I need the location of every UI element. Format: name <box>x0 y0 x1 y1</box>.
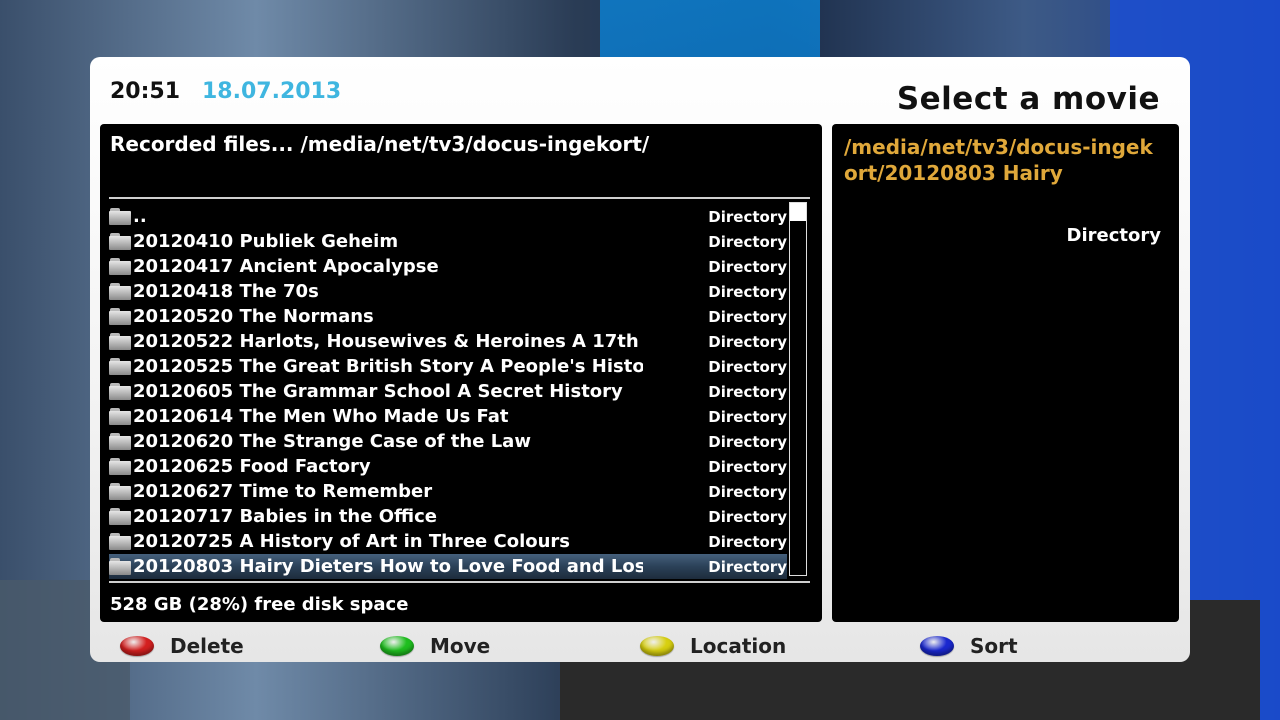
folder-icon <box>109 208 132 225</box>
date: 18.07.2013 <box>202 79 342 104</box>
item-name: .. <box>133 206 147 227</box>
movie-selection-dialog: 20:51 18.07.2013 Select a movie Recorded… <box>90 57 1190 662</box>
location-label: Location <box>690 634 787 658</box>
list-item[interactable]: 20120417 Ancient Apocalypse Directory <box>109 254 787 279</box>
item-name: 20120614 The Men Who Made Us Fat <box>133 406 509 427</box>
item-name: 20120417 Ancient Apocalypse <box>133 256 439 277</box>
folder-icon <box>109 458 132 475</box>
page-title: Select a movie <box>896 81 1160 117</box>
file-list[interactable]: .. Directory 20120410 Publiek Geheim Direct… <box>109 204 787 579</box>
list-item[interactable]: 20120522 Harlots, Housewives & Heroines … <box>109 329 787 354</box>
yellow-button-icon <box>640 636 674 656</box>
item-name: 20120520 The Normans <box>133 306 374 327</box>
free-disk-space: 528 GB (28%) free disk space <box>110 594 409 615</box>
list-item[interactable]: 20120418 The 70s Directory <box>109 279 787 304</box>
folder-icon <box>109 258 132 275</box>
list-item[interactable]: 20120803 Hairy Dieters How to Love Food … <box>109 554 787 579</box>
red-button-icon <box>120 636 154 656</box>
item-type: Directory <box>708 357 787 376</box>
folder-icon <box>109 333 132 350</box>
item-name: 20120418 The 70s <box>133 281 319 302</box>
sort-button[interactable]: Sort <box>920 634 1018 658</box>
list-item[interactable]: 20120625 Food Factory Directory <box>109 454 787 479</box>
file-list-panel: Recorded files... /media/net/tv3/docus-i… <box>100 124 822 622</box>
list-item[interactable]: 20120605 The Grammar School A Secret His… <box>109 379 787 404</box>
item-name: 20120627 Time to Remember <box>133 481 433 502</box>
clock: 20:51 <box>110 79 181 104</box>
folder-icon <box>109 558 132 575</box>
item-type: Directory <box>708 482 787 501</box>
item-type: Directory <box>708 457 787 476</box>
folder-icon <box>109 233 132 250</box>
list-item[interactable]: 20120627 Time to Remember Directory <box>109 479 787 504</box>
delete-label: Delete <box>170 634 244 658</box>
selected-type: Directory <box>1066 225 1161 246</box>
folder-icon <box>109 358 132 375</box>
item-type: Directory <box>708 532 787 551</box>
folder-icon <box>109 308 132 325</box>
list-item[interactable]: 20120410 Publiek Geheim Directory <box>109 229 787 254</box>
scrollbar-thumb[interactable] <box>790 203 806 221</box>
item-name: 20120620 The Strange Case of the Law <box>133 431 531 452</box>
delete-button[interactable]: Delete <box>120 634 244 658</box>
blue-button-icon <box>920 636 954 656</box>
item-type: Directory <box>708 507 787 526</box>
folder-icon <box>109 483 132 500</box>
move-label: Move <box>430 634 491 658</box>
item-type: Directory <box>708 282 787 301</box>
list-item[interactable]: 20120614 The Men Who Made Us Fat Director… <box>109 404 787 429</box>
item-name: 20120605 The Grammar School A Secret His… <box>133 381 623 402</box>
item-type: Directory <box>708 257 787 276</box>
item-type: Directory <box>708 332 787 351</box>
item-type: Directory <box>708 207 787 226</box>
item-name: 20120803 Hairy Dieters How to Love Food … <box>133 556 643 577</box>
list-item[interactable]: 20120717 Babies in the Office Directory <box>109 504 787 529</box>
folder-icon <box>109 408 132 425</box>
item-type: Directory <box>708 382 787 401</box>
selected-path: /media/net/tv3/docus-ingekort/20120803 H… <box>844 135 1153 185</box>
item-name: 20120725 A History of Art in Three Colou… <box>133 531 571 552</box>
item-name: 20120410 Publiek Geheim <box>133 231 399 252</box>
list-item[interactable]: 20120620 The Strange Case of the Law Dire… <box>109 429 787 454</box>
folder-icon <box>109 283 132 300</box>
item-type: Directory <box>708 407 787 426</box>
item-type: Directory <box>708 557 787 576</box>
details-panel: /media/net/tv3/docus-ingekort/20120803 H… <box>832 124 1179 622</box>
list-item[interactable]: 20120725 A History of Art in Three Colou… <box>109 529 787 554</box>
divider <box>109 197 810 199</box>
green-button-icon <box>380 636 414 656</box>
sort-label: Sort <box>970 634 1018 658</box>
item-name: 20120525 The Great British Story A Peopl… <box>133 356 643 377</box>
item-name: 20120717 Babies in the Office <box>133 506 437 527</box>
list-item[interactable]: 20120520 The Normans Directory <box>109 304 787 329</box>
folder-icon <box>109 383 132 400</box>
item-name: 20120522 Harlots, Housewives & Heroines … <box>133 331 643 352</box>
divider <box>109 581 810 583</box>
move-button[interactable]: Move <box>380 634 490 658</box>
item-type: Directory <box>708 307 787 326</box>
location-button[interactable]: Location <box>640 634 786 658</box>
list-heading: Recorded files... /media/net/tv3/docus-i… <box>110 132 650 156</box>
scrollbar[interactable] <box>789 202 807 576</box>
item-type: Directory <box>708 432 787 451</box>
list-item[interactable]: .. Directory <box>109 204 787 229</box>
item-type: Directory <box>708 232 787 251</box>
item-name: 20120625 Food Factory <box>133 456 371 477</box>
list-item[interactable]: 20120525 The Great British Story A Peopl… <box>109 354 787 379</box>
folder-icon <box>109 533 132 550</box>
folder-icon <box>109 433 132 450</box>
folder-icon <box>109 508 132 525</box>
